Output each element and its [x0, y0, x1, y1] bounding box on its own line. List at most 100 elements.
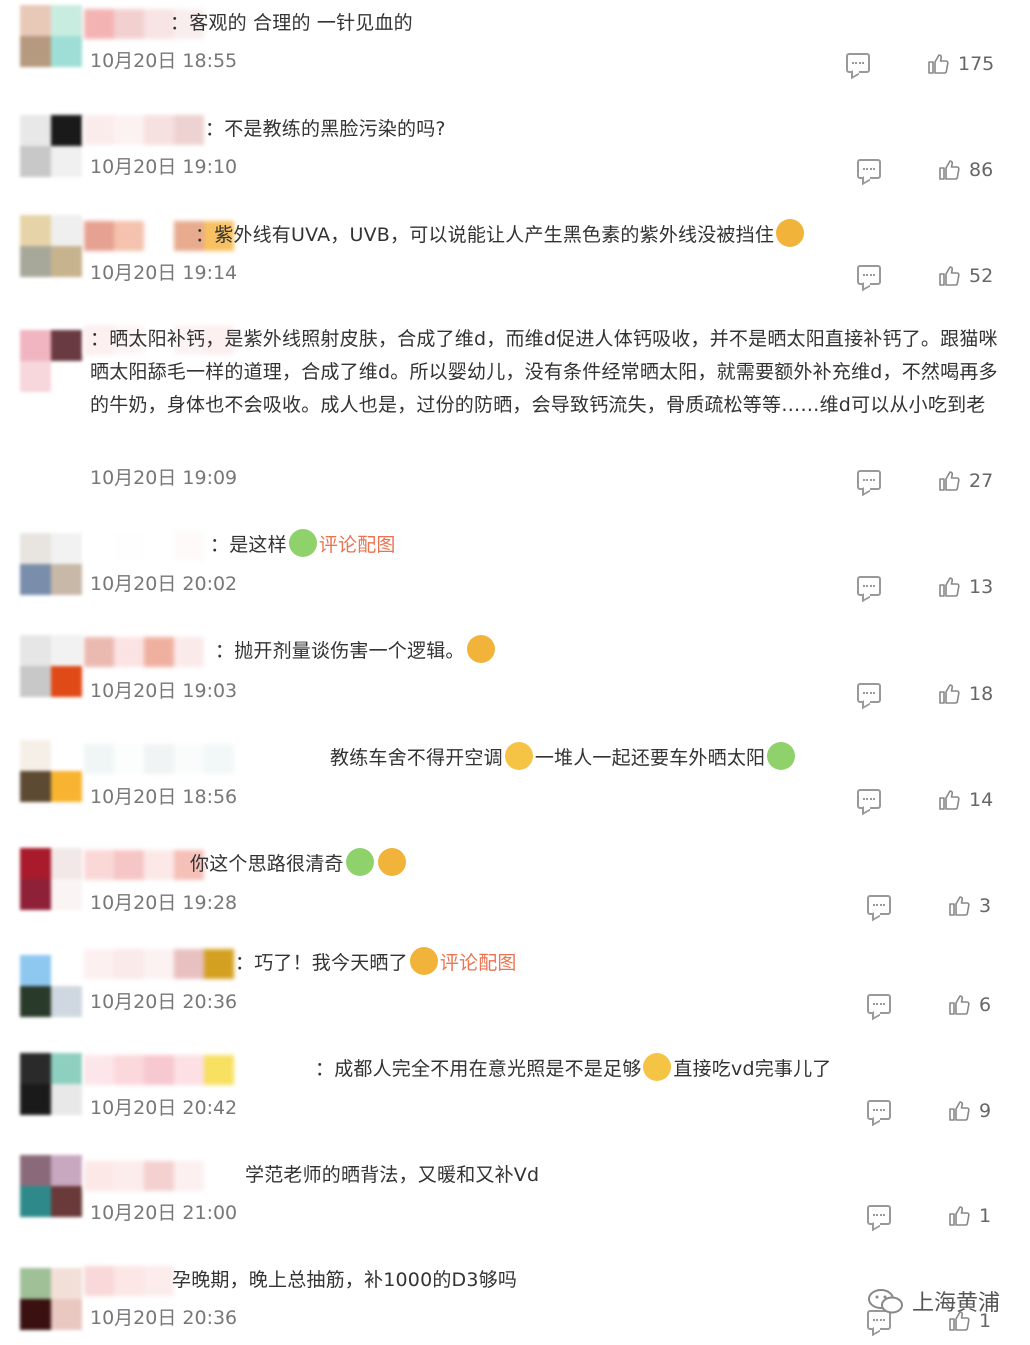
reply-button[interactable]	[867, 1205, 891, 1225]
comment-text: ：是这样 评论配图	[90, 529, 1000, 562]
thumbs-up-icon	[949, 995, 970, 1015]
comment-text-main: ：紫外线有UVA，UVB，可以说能让人产生黑色素的紫外线没被挡住	[195, 224, 775, 246]
comment-text-main: ：晒太阳补钙，是紫外线照射皮肤，合成了维d，而维d促进人体钙吸收，并不是晒太阳直…	[90, 328, 998, 416]
emoji-icon	[409, 947, 438, 975]
like-button[interactable]: 14	[937, 788, 993, 812]
comment-text: 你这个思路很清奇	[90, 848, 1000, 881]
reply-button[interactable]	[857, 576, 881, 596]
comment-time: 10月20日 19:28	[90, 892, 238, 914]
thumbs-up-icon	[939, 790, 960, 810]
thumbs-up-icon	[939, 577, 960, 597]
thumbs-up-icon	[939, 471, 960, 491]
emoji-icon	[288, 529, 317, 557]
comment-text: ：抛开剂量谈伤害一个逻辑。	[90, 635, 1000, 668]
like-count: 6	[979, 994, 992, 1016]
like-button[interactable]: 27	[937, 469, 993, 493]
like-count: 18	[969, 683, 994, 705]
comment-time: 10月20日 19:03	[90, 680, 238, 702]
reply-icon	[873, 1319, 885, 1321]
comment-text: ：客观的 合理的 一针见血的	[90, 7, 1000, 40]
like-button[interactable]: 175	[926, 52, 994, 76]
comment-text-main: ：不是教练的黑脸污染的吗?	[205, 118, 446, 140]
reply-icon	[852, 62, 864, 64]
reply-icon	[873, 1214, 885, 1216]
comment-text: ：晒太阳补钙，是紫外线照射皮肤，合成了维d，而维d促进人体钙吸收，并不是晒太阳直…	[90, 323, 1000, 422]
reply-icon	[863, 692, 875, 694]
avatar[interactable]	[20, 1268, 82, 1330]
avatar[interactable]	[20, 635, 82, 697]
like-button[interactable]: 52	[937, 264, 993, 288]
comment-text-main: ：客观的 合理的 一针见血的	[170, 12, 413, 34]
reply-button[interactable]	[857, 789, 881, 809]
avatar[interactable]	[20, 5, 82, 67]
avatar[interactable]	[20, 1155, 82, 1217]
reply-button[interactable]	[867, 994, 891, 1014]
emoji-icon	[345, 848, 374, 876]
avatar[interactable]	[20, 215, 82, 277]
emoji-icon	[504, 742, 533, 770]
thumbs-up-icon	[949, 896, 970, 916]
comment-text: ：不是教练的黑脸污染的吗?	[90, 113, 1000, 146]
reply-icon	[863, 274, 875, 276]
comment-image-link[interactable]: 评论配图	[440, 952, 517, 974]
reply-icon	[863, 168, 875, 170]
like-count: 175	[958, 53, 995, 75]
comment-text: 学范老师的晒背法，又暖和又补Vd	[90, 1159, 1000, 1192]
comment-text: ：紫外线有UVA，UVB，可以说能让人产生黑色素的紫外线没被挡住	[90, 219, 1000, 252]
wechat-icon	[867, 1289, 903, 1314]
like-count: 52	[969, 265, 994, 287]
comment-time: 10月20日 21:00	[90, 1202, 238, 1224]
reply-button[interactable]	[857, 265, 881, 285]
like-button[interactable]: 1	[947, 1204, 991, 1228]
comment-text-main: ：是这样	[210, 534, 287, 556]
comment-time: 10月20日 18:56	[90, 786, 238, 808]
comment-text: 孕晚期，晚上总抽筋，补1000的D3够吗	[90, 1264, 1000, 1297]
watermark: 上海黄浦	[866, 1285, 1000, 1317]
reply-button[interactable]	[867, 1100, 891, 1120]
like-button[interactable]: 86	[937, 158, 993, 182]
reply-icon	[873, 1003, 885, 1005]
reply-button[interactable]	[857, 470, 881, 490]
avatar[interactable]	[20, 740, 82, 802]
reply-icon	[873, 904, 885, 906]
comment-time: 10月20日 20:02	[90, 573, 238, 595]
comment-text-main: 孕晚期，晚上总抽筋，补1000的D3够吗	[172, 1269, 518, 1291]
comment-text: ：成都人完全不用在意光照是不是足够 直接吃vd完事儿了	[90, 1053, 1000, 1086]
avatar[interactable]	[20, 848, 82, 910]
comment-text-main: 学范老师的晒背法，又暖和又补Vd	[245, 1164, 540, 1186]
reply-icon	[873, 1109, 885, 1111]
comment-time: 10月20日 20:36	[90, 991, 238, 1013]
like-button[interactable]: 13	[937, 575, 993, 599]
emoji-icon	[776, 219, 805, 247]
like-button[interactable]: 9	[947, 1099, 991, 1123]
comment-time: 10月20日 18:55	[90, 50, 238, 72]
reply-button[interactable]	[857, 159, 881, 179]
comment-text-main: 你这个思路很清奇	[190, 853, 344, 875]
emoji-icon	[643, 1053, 672, 1081]
watermark-text: 上海黄浦	[911, 1291, 1000, 1316]
emoji-icon	[377, 848, 406, 876]
comment-text: ：巧了！我今天晒了 评论配图	[90, 947, 1000, 980]
reply-button[interactable]	[846, 53, 870, 73]
like-count: 1	[979, 1205, 992, 1227]
reply-button[interactable]	[867, 895, 891, 915]
thumbs-up-icon	[949, 1101, 970, 1121]
like-count: 13	[969, 576, 994, 598]
emoji-icon	[767, 742, 796, 770]
like-button[interactable]: 6	[947, 993, 991, 1017]
reply-icon	[863, 585, 875, 587]
comment-text-continued: 直接吃vd完事儿了	[673, 1058, 832, 1080]
thumbs-up-icon	[939, 684, 960, 704]
reply-button[interactable]	[857, 683, 881, 703]
like-button[interactable]: 3	[947, 894, 991, 918]
avatar[interactable]	[20, 533, 82, 595]
thumbs-up-icon	[939, 160, 960, 180]
avatar[interactable]	[20, 115, 82, 177]
avatar[interactable]	[20, 1053, 82, 1115]
comment-text-main: ：抛开剂量谈伤害一个逻辑。	[215, 640, 465, 662]
avatar[interactable]	[20, 330, 82, 392]
like-button[interactable]: 18	[937, 682, 993, 706]
comment-text-main: ：成都人完全不用在意光照是不是足够	[315, 1058, 642, 1080]
comment-image-link[interactable]: 评论配图	[319, 534, 396, 556]
avatar[interactable]	[20, 955, 82, 1017]
